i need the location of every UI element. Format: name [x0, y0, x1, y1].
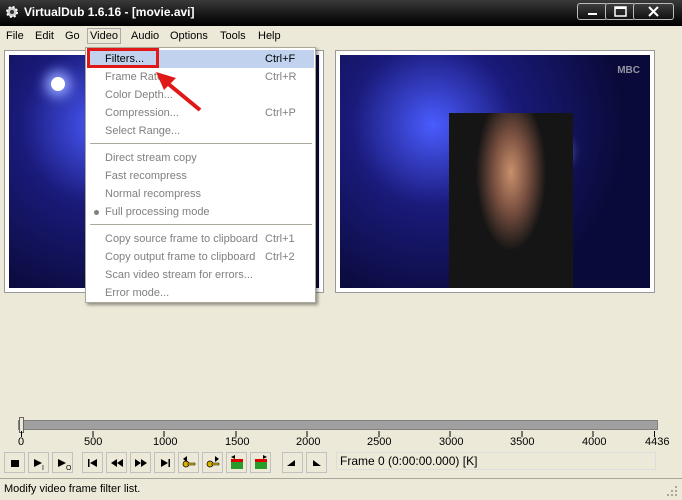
- stop-button[interactable]: [4, 452, 25, 473]
- svg-text:I: I: [42, 465, 44, 471]
- menu-item-direct-stream-copy[interactable]: Direct stream copy: [87, 149, 314, 167]
- menu-item-normal-recompress[interactable]: Normal recompress: [87, 185, 314, 203]
- previous-frame-button[interactable]: [106, 452, 127, 473]
- menu-tools[interactable]: Tools: [220, 30, 246, 42]
- menu-help[interactable]: Help: [258, 30, 281, 42]
- skip-start-icon: [88, 459, 97, 467]
- menu-options[interactable]: Options: [170, 30, 208, 42]
- menu-item-label: Fast recompress: [105, 170, 187, 182]
- performer-image: [448, 113, 573, 288]
- menu-item-label: Select Range...: [105, 125, 181, 137]
- play-input-icon: I: [34, 459, 44, 471]
- scene-forward-button[interactable]: [250, 452, 271, 473]
- frame-position-display[interactable]: Frame 0 (0:00:00.000) [K]: [336, 452, 656, 470]
- mark-in-button[interactable]: [282, 452, 303, 473]
- menu-item-label: Direct stream copy: [105, 152, 197, 164]
- stop-icon: [11, 460, 19, 467]
- timeline-tick-label: 0: [18, 436, 25, 448]
- step-forward-icon: [135, 459, 147, 467]
- menu-item-full-processing-mode[interactable]: Full processing mode: [87, 203, 314, 221]
- timeline-ticks: [21, 431, 655, 437]
- timeline-tick-label: 4000: [582, 436, 607, 448]
- playback-toolbar: I O: [4, 452, 334, 474]
- radio-bullet-icon: [94, 210, 99, 215]
- menu-item-shortcut: Ctrl+R: [265, 71, 297, 83]
- menu-item-label: Error mode...: [105, 287, 170, 299]
- menu-item-fast-recompress[interactable]: Fast recompress: [87, 167, 314, 185]
- menu-item-shortcut: Ctrl+F: [265, 53, 296, 65]
- menu-file[interactable]: File: [6, 30, 24, 42]
- menu-separator: [90, 224, 312, 226]
- title-bar[interactable]: VirtualDub 1.6.16 - [movie.avi]: [0, 0, 682, 26]
- minimize-icon: [588, 13, 597, 15]
- menu-item-error-mode[interactable]: Error mode...: [87, 284, 314, 302]
- menu-item-shortcut: Ctrl+2: [265, 251, 295, 263]
- annotation-highlight-box: [87, 48, 159, 68]
- menu-separator: [90, 143, 312, 145]
- frame-position-text: Frame 0 (0:00:00.000) [K]: [340, 454, 478, 468]
- menu-item-select-range[interactable]: Select Range...: [87, 122, 314, 140]
- minimize-button[interactable]: [577, 3, 608, 20]
- timeline-tick-label: 500: [84, 436, 103, 448]
- menu-item-label: Copy source frame to clipboard: [105, 233, 258, 245]
- menu-video[interactable]: Video: [87, 28, 121, 44]
- timeline-tick-label: 4436: [645, 436, 670, 448]
- step-back-icon: [111, 459, 123, 467]
- maximize-icon: [614, 6, 627, 17]
- window-title: VirtualDub 1.6.16 - [movie.avi]: [24, 5, 195, 19]
- maximize-button[interactable]: [605, 3, 636, 20]
- play-output-icon: O: [58, 459, 71, 471]
- mark-out-icon: [313, 460, 321, 466]
- resize-grip-icon[interactable]: [666, 485, 678, 497]
- key-back-icon: [182, 456, 196, 468]
- menu-item-copy-source-frame[interactable]: Copy source frame to clipboard Ctrl+1: [87, 230, 314, 248]
- go-to-end-button[interactable]: [154, 452, 175, 473]
- menu-item-scan-video-stream[interactable]: Scan video stream for errors...: [87, 266, 314, 284]
- menu-item-label: Normal recompress: [105, 188, 201, 200]
- skip-end-icon: [161, 459, 170, 467]
- timeline-tick-label: 2000: [296, 436, 321, 448]
- close-button[interactable]: [633, 3, 674, 20]
- menu-item-label: Scan video stream for errors...: [105, 269, 253, 281]
- menu-edit[interactable]: Edit: [35, 30, 54, 42]
- play-input-button[interactable]: I: [28, 452, 49, 473]
- play-output-button[interactable]: O: [52, 452, 73, 473]
- stage-light: [51, 77, 65, 91]
- app-window: VirtualDub 1.6.16 - [movie.avi] File Edi…: [0, 0, 682, 500]
- timeline-track[interactable]: [18, 420, 658, 430]
- gear-icon[interactable]: [4, 4, 20, 20]
- close-icon: [648, 6, 659, 17]
- timeline-tick-label: 1000: [153, 436, 178, 448]
- status-bar: Modify video frame filter list.: [0, 478, 682, 500]
- menu-item-shortcut: Ctrl+1: [265, 233, 295, 245]
- timeline-tick-label: 3500: [510, 436, 535, 448]
- annotation-arrow-icon: [156, 72, 202, 112]
- menu-item-label: Copy output frame to clipboard: [105, 251, 256, 263]
- key-forward-icon: [206, 456, 220, 468]
- scene-back-button[interactable]: [226, 452, 247, 473]
- timeline-tick-label: 3000: [439, 436, 464, 448]
- menu-item-label: Full processing mode: [105, 206, 210, 218]
- output-video-pane[interactable]: MBC: [335, 50, 655, 293]
- mark-out-button[interactable]: [306, 452, 327, 473]
- menu-bar: File Edit Go Video Audio Options Tools H…: [0, 27, 682, 47]
- mark-in-icon: [287, 460, 295, 466]
- next-frame-button[interactable]: [130, 452, 151, 473]
- menu-item-copy-output-frame[interactable]: Copy output frame to clipboard Ctrl+2: [87, 248, 314, 266]
- previous-keyframe-button[interactable]: [178, 452, 199, 473]
- menu-item-shortcut: Ctrl+P: [265, 107, 296, 119]
- timeline-tick-label: 1500: [225, 436, 250, 448]
- next-keyframe-button[interactable]: [202, 452, 223, 473]
- output-video-frame: MBC: [340, 55, 650, 288]
- status-text: Modify video frame filter list.: [4, 483, 141, 495]
- clapper-back-icon: [231, 455, 243, 469]
- go-to-start-button[interactable]: [82, 452, 103, 473]
- clapper-forward-icon: [255, 455, 267, 469]
- timeline-tick-label: 2500: [367, 436, 392, 448]
- channel-logo: MBC: [617, 65, 640, 76]
- menu-go[interactable]: Go: [65, 30, 80, 42]
- svg-text:O: O: [66, 465, 71, 471]
- menu-audio[interactable]: Audio: [131, 30, 159, 42]
